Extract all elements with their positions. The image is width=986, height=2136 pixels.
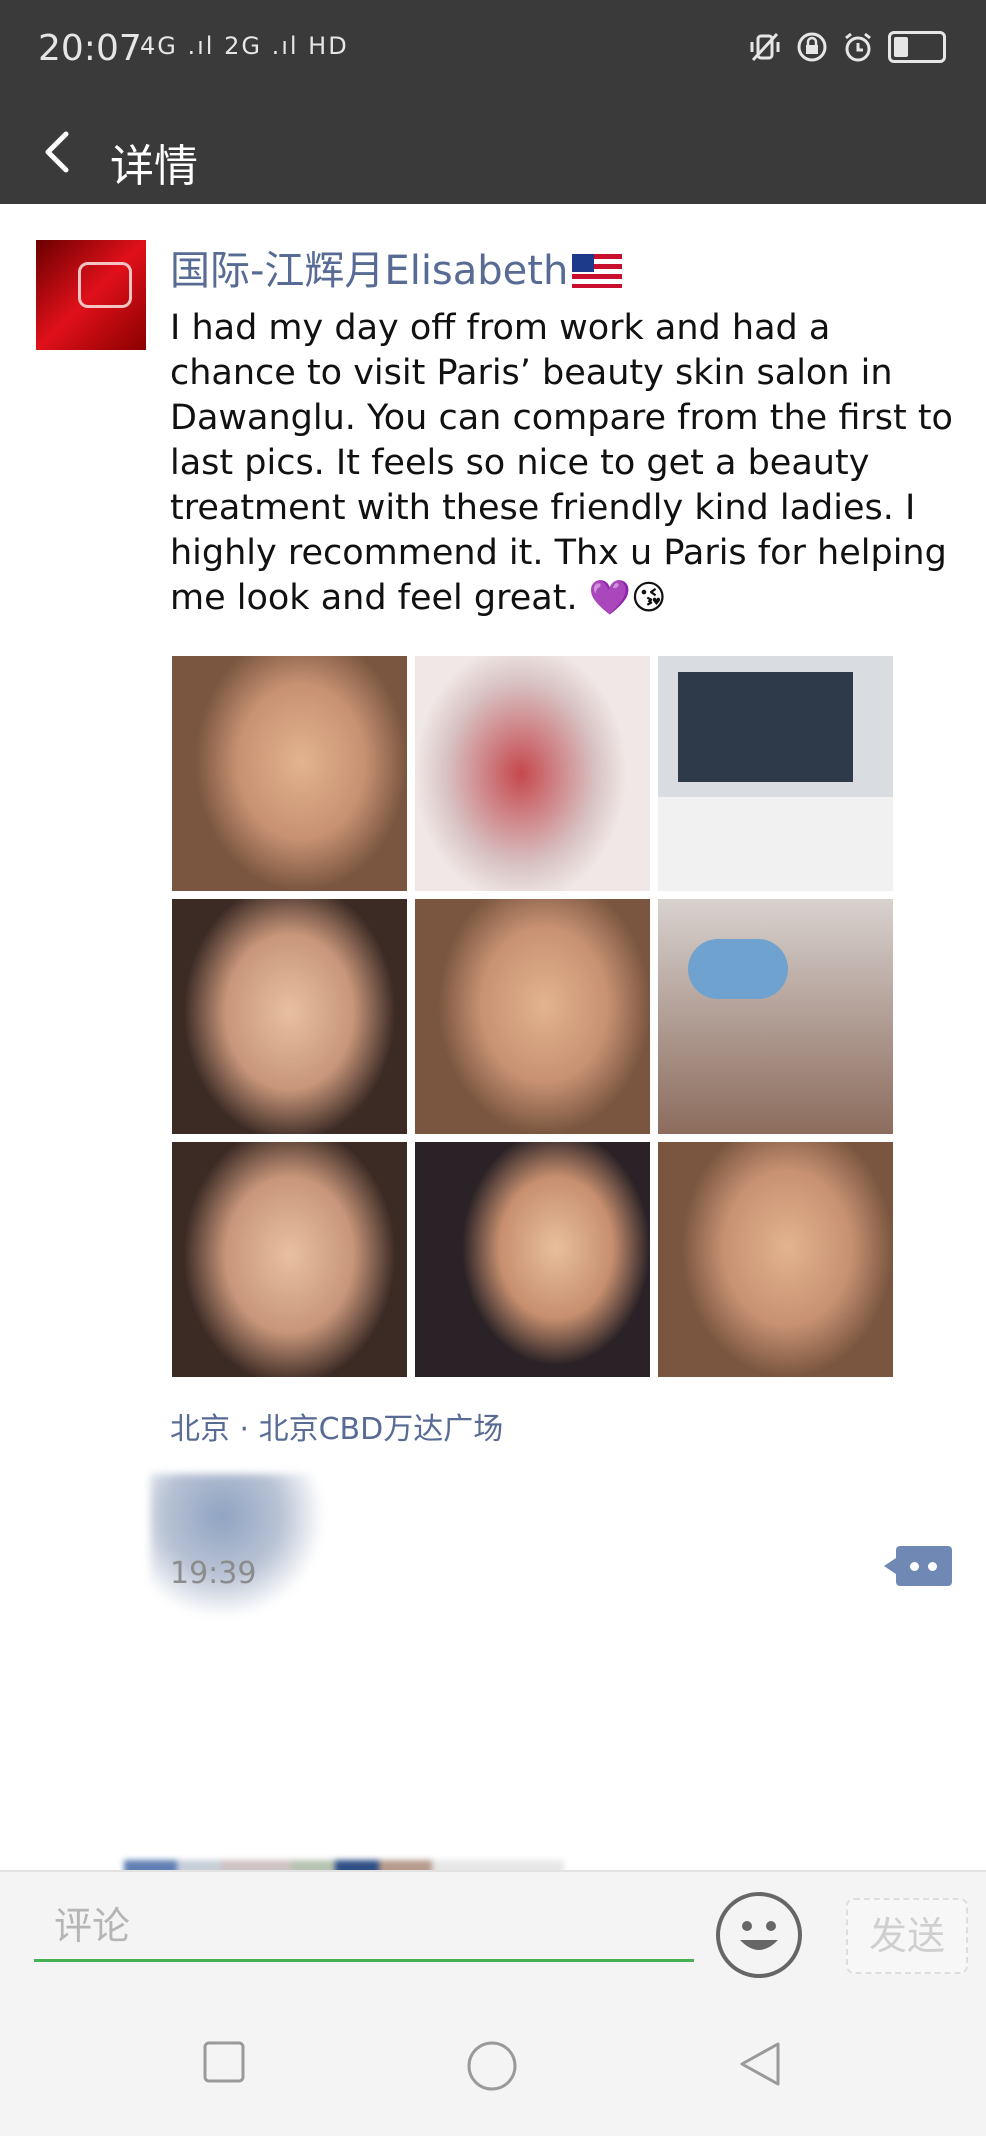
post-body: I had my day off from work and had a cha…	[170, 306, 960, 621]
network-signal: 4G .ıl 2G .ıl HD	[140, 32, 349, 60]
emoji-button[interactable]	[716, 1892, 802, 1978]
photo-grid	[172, 656, 895, 1377]
post-photo[interactable]	[172, 1142, 407, 1377]
post-photo[interactable]	[415, 656, 650, 891]
smiley-icon	[740, 1921, 778, 1950]
post-photo[interactable]	[415, 899, 650, 1134]
vibrate-icon	[750, 32, 780, 62]
header-bar: 详情	[0, 100, 986, 204]
status-bar: 20:07 4G .ıl 2G .ıl HD	[0, 0, 986, 100]
post-photo[interactable]	[658, 899, 893, 1134]
blurred-region	[150, 1474, 330, 1614]
post-time: 19:39	[170, 1556, 257, 1591]
us-flag-icon	[572, 254, 623, 288]
home-icon[interactable]	[466, 2040, 518, 2092]
more-actions-button[interactable]	[884, 1546, 952, 1586]
chevron-left-icon[interactable]	[30, 122, 90, 182]
send-button[interactable]: 发送	[846, 1898, 968, 1974]
avatar[interactable]	[36, 240, 146, 350]
comment-bar: 发送	[0, 1872, 986, 1992]
post-text: I had my day off from work and had a cha…	[170, 308, 953, 618]
post-photo[interactable]	[172, 899, 407, 1134]
post-author[interactable]: 国际-江辉月Elisabeth	[170, 238, 623, 296]
back-nav-icon[interactable]	[738, 2040, 782, 2088]
alarm-icon	[845, 32, 871, 62]
battery-icon	[888, 31, 946, 63]
post-photo[interactable]	[658, 1142, 893, 1377]
post-photo[interactable]	[415, 1142, 650, 1377]
post-photo[interactable]	[172, 656, 407, 891]
status-time: 20:07	[38, 28, 142, 69]
post-location[interactable]: 北京 · 北京CBD万达广场	[170, 1404, 503, 1448]
status-icons	[748, 30, 946, 64]
post-photo[interactable]	[658, 656, 893, 891]
post-emojis: 💜😘	[588, 578, 667, 618]
lock-rotation-icon	[797, 32, 827, 62]
post-author-name[interactable]: 国际-江辉月Elisabeth	[170, 248, 568, 294]
recent-apps-icon[interactable]	[202, 2040, 246, 2084]
system-nav-bar	[0, 1992, 986, 2136]
comment-input[interactable]	[34, 1892, 694, 1962]
page-title: 详情	[110, 141, 198, 192]
